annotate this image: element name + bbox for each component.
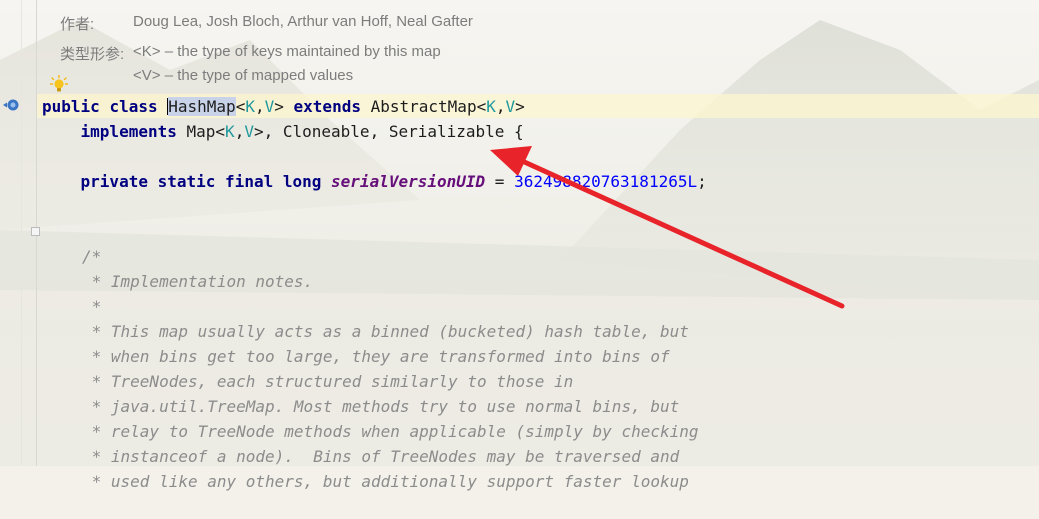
comment-line: * This map usually acts as a binned (buc…	[82, 322, 689, 341]
keyword-class: class	[109, 97, 158, 116]
interface-map[interactable]: Map	[187, 122, 216, 141]
comment-line: /*	[82, 247, 102, 266]
type-param-k-token: K	[245, 97, 255, 116]
type-params-label: 类型形参:	[60, 46, 125, 63]
generic-comma: ,	[254, 97, 265, 116]
fold-icon[interactable]	[31, 227, 40, 236]
comment-line: * instanceof a node). Bins of TreeNodes …	[82, 447, 680, 466]
code-line-serial-version[interactable]: private static final long serialVersionU…	[42, 169, 707, 194]
type-param-k-token-2: K	[486, 97, 496, 116]
class-name[interactable]: HashMap	[168, 97, 236, 116]
generic-open-2: <	[476, 97, 487, 116]
comment-line: * Implementation notes.	[82, 272, 314, 291]
code-line-implements[interactable]: implements Map<K,V>, Cloneable, Serializ…	[42, 119, 524, 144]
generic-close-2: >	[515, 97, 525, 116]
keyword-public: public	[42, 97, 100, 116]
keyword-final: final	[225, 172, 274, 191]
generic-open-3: <	[215, 122, 226, 141]
keyword-long: long	[282, 172, 322, 191]
comment-line: * java.util.TreeMap. Most methods try to…	[82, 397, 680, 416]
type-param-v-token-3: V	[244, 122, 254, 141]
type-param-k: <K> – the type of keys maintained by thi…	[133, 43, 441, 60]
generic-comma-2: ,	[495, 97, 506, 116]
comment-line: *	[82, 297, 102, 316]
keyword-extends: extends	[293, 97, 361, 116]
keyword-private: private	[80, 172, 148, 191]
comment-line: * used like any others, but additionally…	[82, 472, 689, 491]
lightbulb-icon[interactable]	[50, 75, 68, 93]
author-label: 作者:	[60, 16, 95, 33]
numeric-literal: 362498820763181265L	[514, 172, 698, 191]
code-line-class-declaration[interactable]: public class HashMap<K,V> extends Abstra…	[42, 94, 525, 119]
javadoc-rendered: 作者: Doug Lea, Josh Bloch, Arthur van Hof…	[0, 0, 1039, 90]
generic-comma-3: ,	[234, 122, 245, 141]
equals-sign: =	[494, 172, 505, 191]
generic-close: >	[274, 97, 284, 116]
superclass-name[interactable]: AbstractMap	[371, 97, 477, 116]
generic-open: <	[235, 97, 246, 116]
type-param-k-token-3: K	[225, 122, 235, 141]
comment-block[interactable]: /* * Implementation notes. * * This map …	[42, 219, 699, 519]
comment-line: * relay to TreeNode methods when applica…	[82, 422, 699, 441]
type-param-v-token-2: V	[505, 97, 516, 116]
interface-list[interactable]: >, Cloneable, Serializable {	[254, 122, 524, 141]
semicolon: ;	[697, 172, 707, 191]
implementation-gutter-icon[interactable]	[2, 98, 20, 112]
field-serial-version-uid[interactable]: serialVersionUID	[331, 172, 485, 191]
type-param-v: <V> – the type of mapped values	[133, 67, 354, 84]
comment-line: * TreeNodes, each structured similarly t…	[82, 372, 574, 391]
author-value: Doug Lea, Josh Bloch, Arthur van Hoff, N…	[133, 13, 473, 30]
type-param-v-token: V	[264, 97, 275, 116]
keyword-implements: implements	[80, 122, 177, 141]
keyword-static: static	[157, 172, 216, 191]
comment-line: * when bins get too large, they are tran…	[82, 347, 670, 366]
